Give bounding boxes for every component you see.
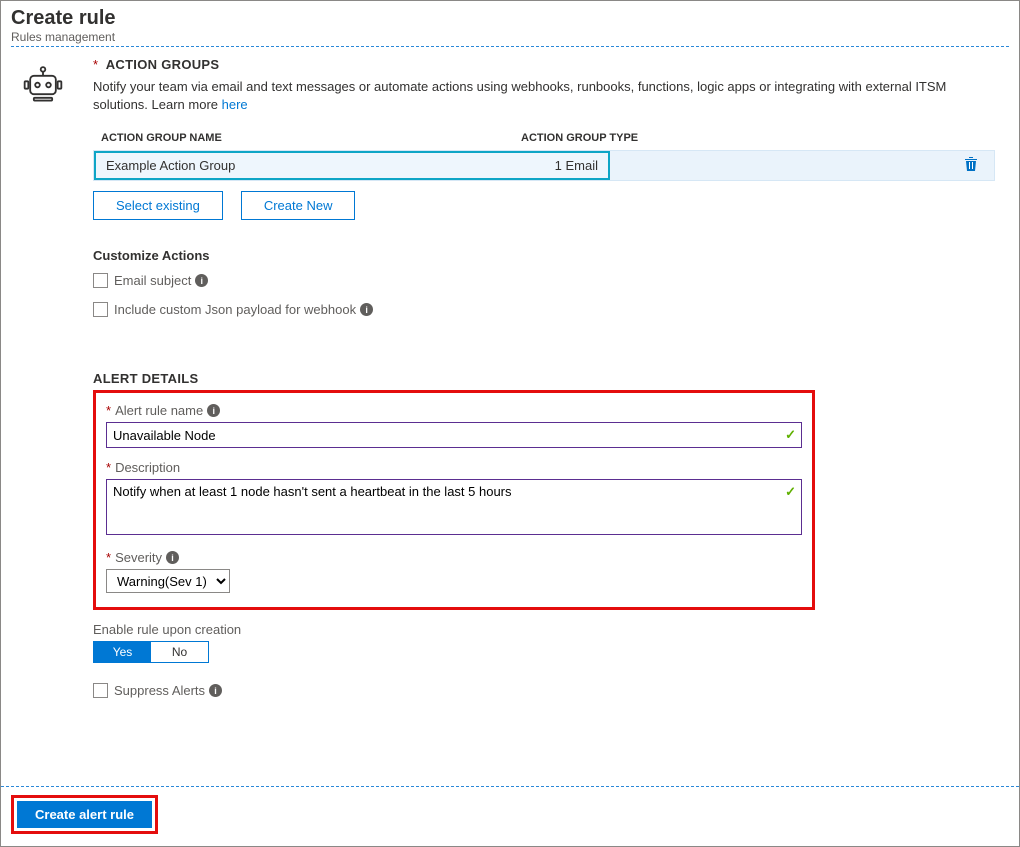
action-group-row[interactable]: Example Action Group 1 Email [93,150,995,181]
email-subject-checkbox[interactable] [93,273,108,288]
json-payload-label: Include custom Json payload for webhook [114,302,356,317]
valid-check-icon: ✓ [785,484,796,500]
valid-check-icon: ✓ [785,427,796,443]
email-subject-label: Email subject [114,273,191,288]
description-label: Description [115,460,180,475]
severity-select[interactable]: Warning(Sev 1) [106,569,230,593]
suppress-alerts-label: Suppress Alerts [114,683,205,698]
section-title-action-groups: ACTION GROUPS [106,57,220,72]
page-title: Create rule [11,7,1009,30]
create-new-button[interactable]: Create New [241,191,356,220]
delete-icon[interactable] [964,156,978,176]
action-group-type: 1 Email [555,158,598,173]
json-payload-checkbox[interactable] [93,302,108,317]
page-subtitle: Rules management [11,30,1009,44]
col-header-name: ACTION GROUP NAME [101,132,521,144]
highlighted-create-box: Create alert rule [11,795,158,834]
enable-toggle[interactable]: Yes No [93,641,209,663]
toggle-no[interactable]: No [151,642,208,662]
info-icon[interactable]: i [360,303,373,316]
create-alert-rule-button[interactable]: Create alert rule [17,801,152,828]
col-header-type: ACTION GROUP TYPE [521,132,638,144]
action-groups-description: Notify your team via email and text mess… [93,78,995,114]
enable-rule-label: Enable rule upon creation [93,622,995,637]
select-existing-button[interactable]: Select existing [93,191,223,220]
info-icon[interactable]: i [166,551,179,564]
action-group-name: Example Action Group [106,158,235,173]
required-asterisk: * [93,57,98,72]
alert-name-input[interactable] [106,422,802,448]
suppress-alerts-checkbox[interactable] [93,683,108,698]
learn-more-link[interactable]: here [222,97,248,112]
highlighted-details-box: * Alert rule name i ✓ * Description [93,390,815,610]
section-title-alert-details: ALERT DETAILS [93,371,995,386]
info-icon[interactable]: i [207,404,220,417]
info-icon[interactable]: i [195,274,208,287]
customize-actions-heading: Customize Actions [93,248,995,263]
description-input[interactable]: Notify when at least 1 node hasn't sent … [106,479,802,535]
alert-name-label: Alert rule name [115,403,203,418]
robot-icon [21,63,65,107]
toggle-yes[interactable]: Yes [94,642,151,662]
severity-label: Severity [115,550,162,565]
info-icon[interactable]: i [209,684,222,697]
